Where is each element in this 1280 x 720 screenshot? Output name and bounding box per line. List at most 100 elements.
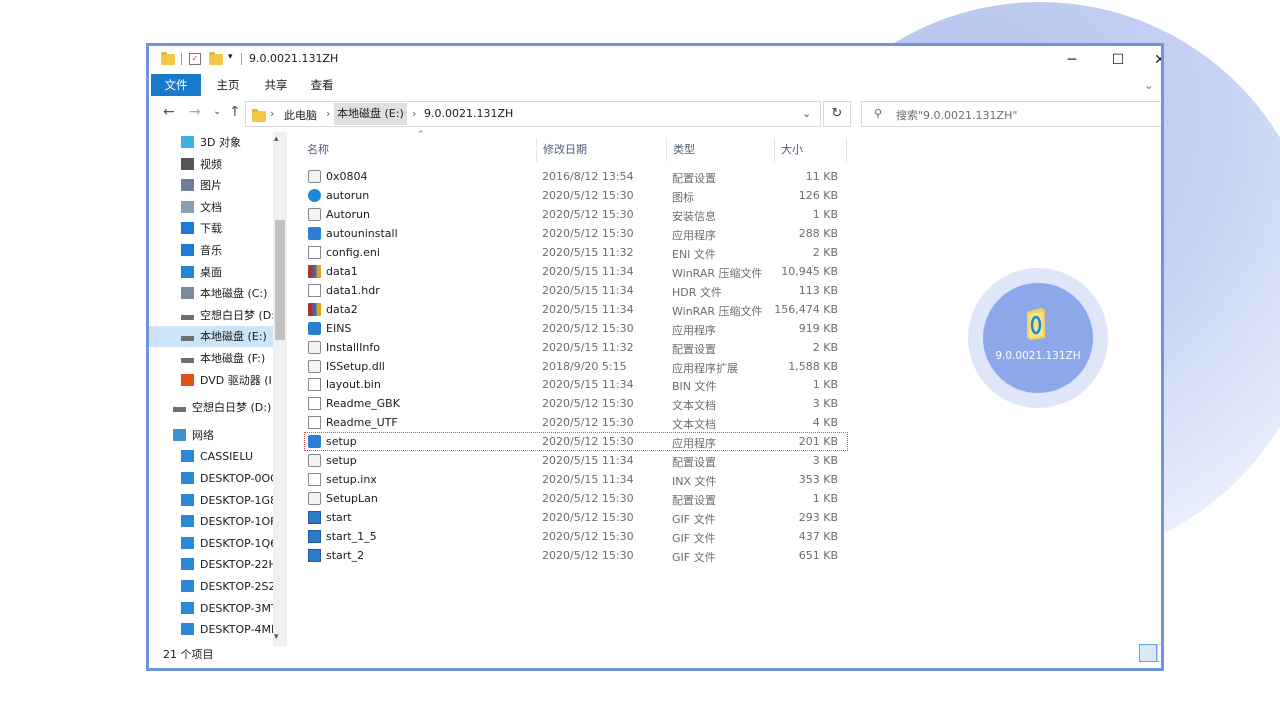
recent-locations-button[interactable]: ⌄ (213, 106, 221, 117)
file-size: 1 KB (812, 492, 838, 506)
file-size: 2 KB (812, 340, 838, 354)
up-button[interactable]: ↑ (229, 104, 241, 120)
sidebar-item[interactable]: 本地磁盘 (F:) (149, 348, 273, 369)
file-row[interactable]: setup 2020/5/12 15:30 应用程序 201 KB (304, 432, 848, 452)
file-name: start_2 (326, 549, 365, 562)
config-file-icon (308, 359, 321, 373)
file-type: 配置设置 (672, 494, 716, 508)
minimize-button[interactable]: ─ (1049, 46, 1095, 74)
sidebar-item[interactable]: CASSIELU (149, 446, 273, 467)
breadcrumb-current-folder[interactable]: 9.0.0021.131ZH (424, 107, 513, 120)
column-header-size[interactable]: 大小 (775, 138, 847, 162)
maximize-button[interactable]: ☐ (1095, 46, 1141, 74)
back-button[interactable]: ← (163, 104, 175, 120)
computer-icon (181, 493, 194, 506)
column-header-date[interactable]: 修改日期 (537, 138, 667, 162)
scroll-down-icon[interactable]: ▾ (274, 632, 279, 642)
file-name: config.eni (326, 245, 380, 259)
drive-icon (181, 358, 194, 363)
file-type: WinRAR 压缩文件 (672, 266, 763, 280)
file-type: 文本文档 (672, 418, 716, 432)
tab-file[interactable]: 文件 (151, 74, 201, 96)
floating-folder-label: 9.0.0021.131ZH (995, 350, 1081, 362)
sidebar-item[interactable]: 空想白日梦 (D:) (149, 397, 273, 418)
application-icon (308, 226, 321, 240)
properties-icon[interactable]: ✓ (189, 53, 201, 65)
file-row[interactable]: Autorun 2020/5/12 15:30 安装信息 1 KB (304, 205, 848, 224)
sidebar-item[interactable]: DESKTOP-3MT (149, 598, 273, 619)
sidebar-item[interactable]: 网络 (149, 425, 273, 446)
nav-scrollbar[interactable]: ▴ ▾ (273, 132, 287, 646)
computer-icon (181, 580, 194, 592)
file-row[interactable]: autorun 2020/5/12 15:30 图标 126 KB (304, 186, 848, 205)
sidebar-item[interactable]: 下载 (149, 218, 273, 239)
file-row[interactable]: setup.inx 2020/5/15 11:34 INX 文件 353 KB (304, 470, 848, 489)
file-row[interactable]: layout.bin 2020/5/15 11:34 BIN 文件 1 KB (304, 375, 848, 394)
breadcrumb-drive-e[interactable]: 本地磁盘 (E:) (334, 103, 407, 125)
scroll-thumb[interactable] (275, 220, 285, 340)
sidebar-item[interactable]: 视频 (149, 154, 273, 175)
file-row[interactable]: 0x0804 2016/8/12 13:54 配置设置 11 KB (304, 167, 848, 186)
sidebar-item[interactable]: 图片 (149, 175, 273, 196)
sidebar-item[interactable]: 3D 对象 (149, 132, 273, 153)
file-name: layout.bin (326, 378, 381, 392)
refresh-button[interactable]: ↻ (823, 101, 851, 127)
details-view-icon[interactable] (1139, 644, 1157, 662)
winrar-archive-icon (308, 302, 321, 316)
tab-share[interactable]: 共享 (253, 74, 299, 96)
sidebar-item[interactable]: 文档 (149, 197, 273, 218)
file-row[interactable]: start_2 2020/5/12 15:30 GIF 文件 651 KB (304, 546, 848, 565)
file-row[interactable]: EINS 2020/5/12 15:30 应用程序 919 KB (304, 319, 848, 338)
address-dropdown-icon[interactable]: ⌄ (802, 107, 811, 120)
sidebar-item[interactable]: 桌面 (149, 262, 273, 283)
file-row[interactable]: autouninstall 2020/5/12 15:30 应用程序 288 KB (304, 224, 848, 243)
customize-toolbar-icon[interactable]: ▾ (228, 52, 233, 68)
sidebar-item[interactable]: 本地磁盘 (C:) (149, 283, 273, 304)
tab-home[interactable]: 主页 (205, 74, 251, 96)
file-row[interactable]: start_1_5 2020/5/12 15:30 GIF 文件 437 KB (304, 527, 848, 546)
scroll-up-icon[interactable]: ▴ (274, 134, 279, 144)
file-size: 11 KB (805, 170, 838, 183)
sidebar-item[interactable]: DESKTOP-1G8 (149, 490, 273, 511)
sidebar-item[interactable]: 空想白日梦 (D: (149, 305, 273, 326)
search-box[interactable]: ⚲ 搜索"9.0.0021.131ZH" (861, 101, 1161, 127)
file-row[interactable]: Readme_GBK 2020/5/12 15:30 文本文档 3 KB (304, 394, 848, 413)
file-row[interactable]: config.eni 2020/5/15 11:32 ENI 文件 2 KB (304, 243, 848, 262)
file-row[interactable]: data1 2020/5/15 11:34 WinRAR 压缩文件 10,945 KB (304, 262, 848, 281)
file-row[interactable]: Readme_UTF 2020/5/12 15:30 文本文档 4 KB (304, 413, 848, 432)
forward-button[interactable]: → (189, 104, 201, 120)
application-icon (308, 435, 321, 449)
file-row[interactable]: start 2020/5/12 15:30 GIF 文件 293 KB (304, 508, 848, 527)
file-size: 3 KB (812, 454, 838, 468)
sidebar-item[interactable]: DESKTOP-4MI (149, 619, 273, 640)
column-header-name[interactable]: 名称 (301, 138, 537, 162)
new-folder-icon[interactable] (209, 51, 223, 67)
sidebar-item[interactable]: DESKTOP-0OC (149, 468, 273, 489)
column-header-type[interactable]: 类型 (667, 138, 775, 162)
file-row[interactable]: setup 2020/5/15 11:34 配置设置 3 KB (304, 451, 848, 470)
address-bar[interactable]: › 此电脑 › 本地磁盘 (E:) › 9.0.0021.131ZH ⌄ (245, 101, 821, 127)
file-name: EINS (326, 321, 352, 335)
sidebar-item-label: 视频 (200, 157, 222, 171)
file-row[interactable]: ISSetup.dll 2018/9/20 5:15 应用程序扩展 1,588 KB (304, 357, 848, 376)
search-input[interactable]: 搜索"9.0.0021.131ZH" (896, 107, 1017, 123)
file-row[interactable]: InstallInfo 2020/5/15 11:32 配置设置 2 KB (304, 338, 848, 357)
tab-view[interactable]: 查看 (299, 74, 345, 96)
close-button[interactable]: ✕ (1137, 46, 1161, 74)
sidebar-item[interactable]: DESKTOP-22H (149, 554, 273, 575)
file-row[interactable]: SetupLan 2020/5/12 15:30 配置设置 1 KB (304, 489, 848, 508)
sidebar-item-label: 桌面 (200, 265, 222, 279)
file-size: 437 KB (798, 530, 838, 544)
sidebar-item[interactable]: DVD 驱动器 (I: (149, 370, 273, 391)
sidebar-item[interactable]: DESKTOP-2S2 (149, 576, 273, 597)
breadcrumb-this-pc[interactable]: 此电脑 (284, 107, 317, 123)
file-type: 配置设置 (672, 172, 716, 185)
file-row[interactable]: data1.hdr 2020/5/15 11:34 HDR 文件 113 KB (304, 281, 848, 300)
sidebar-item[interactable]: 本地磁盘 (E:) (149, 326, 273, 348)
ribbon-expand-icon[interactable]: ⌄ (1139, 74, 1159, 96)
file-row[interactable]: data2 2020/5/15 11:34 WinRAR 压缩文件 156,474 K… (304, 300, 848, 319)
sidebar-item[interactable]: 音乐 (149, 240, 273, 261)
large-icons-view-icon[interactable] (1157, 644, 1161, 662)
sidebar-item[interactable]: DESKTOP-1OF (149, 511, 273, 532)
sidebar-item[interactable]: DESKTOP-1Q6 (149, 533, 273, 554)
